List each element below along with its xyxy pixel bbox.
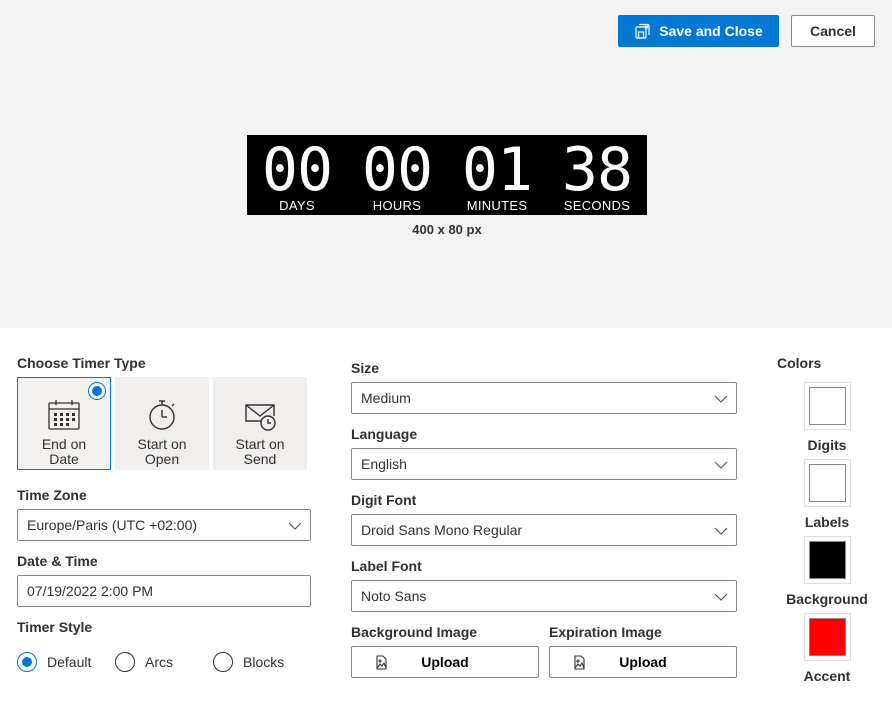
timer-style-label: Timer Style (17, 619, 93, 635)
save-and-close-label: Save and Close (659, 23, 763, 39)
preview-size-caption: 400 x 80 px (412, 222, 482, 237)
background-color-swatch[interactable] (804, 536, 851, 584)
timer-label: DAYS (279, 198, 315, 213)
timer-style-arcs-radio[interactable]: Arcs (115, 652, 173, 672)
chevron-down-icon (714, 527, 728, 535)
timer-label: SECONDS (563, 198, 631, 213)
time-zone-value: Europe/Paris (UTC +02:00) (27, 517, 198, 533)
digit-font-label: Digit Font (351, 492, 417, 508)
language-value: English (361, 456, 407, 472)
background-image-upload-button[interactable]: Upload (351, 646, 539, 678)
label-font-value: Noto Sans (361, 588, 427, 604)
radio-label: Default (47, 654, 92, 670)
timer-type-label: Start on Send (235, 436, 285, 467)
timer-label: MINUTES (466, 198, 528, 213)
background-color-label: Background (786, 591, 868, 607)
timer-digits: 00 (261, 135, 333, 205)
labels-color-swatch[interactable] (804, 459, 851, 507)
timer-style-default-radio[interactable]: Default (17, 652, 91, 672)
timer-unit-days: 00 DAYS (247, 135, 347, 215)
upload-label: Upload (421, 654, 469, 670)
chevron-down-icon (288, 522, 302, 530)
accent-color-label: Accent (803, 668, 851, 684)
date-time-input[interactable]: 07/19/2022 2:00 PM (17, 575, 311, 607)
stopwatch-icon (149, 400, 175, 430)
background-image-label: Background Image (351, 624, 478, 640)
timer-type-end-on-date[interactable]: End on Date (17, 377, 111, 470)
date-time-value: 07/19/2022 2:00 PM (27, 583, 154, 599)
timer-type-start-on-open[interactable]: Start on Open (115, 377, 209, 470)
date-time-label: Date & Time (17, 553, 98, 569)
radio-button (17, 652, 37, 672)
timer-unit-minutes: 01 MINUTES (447, 135, 547, 215)
accent-color-swatch[interactable] (804, 613, 851, 661)
save-and-close-button[interactable]: Save and Close (618, 15, 779, 47)
labels-color-label: Labels (804, 514, 850, 530)
digit-font-dropdown[interactable]: Droid Sans Mono Regular (351, 514, 737, 546)
timer-unit-seconds: 38 SECONDS (547, 135, 647, 215)
chevron-down-icon (714, 593, 728, 601)
swatch-color (809, 464, 846, 502)
time-zone-dropdown[interactable]: Europe/Paris (UTC +02:00) (17, 509, 311, 541)
label-font-label: Label Font (351, 558, 422, 574)
timer-style-blocks-radio[interactable]: Blocks (213, 652, 284, 672)
radio-label: Arcs (145, 654, 173, 670)
calendar-icon (48, 400, 80, 430)
size-dropdown[interactable]: Medium (351, 382, 737, 414)
save-close-icon (635, 23, 650, 39)
timer-digits: 00 (361, 135, 433, 205)
swatch-color (809, 618, 846, 656)
digits-color-swatch[interactable] (804, 382, 851, 430)
timer-digits: 01 (461, 135, 533, 205)
digit-font-value: Droid Sans Mono Regular (361, 522, 523, 538)
time-zone-label: Time Zone (17, 487, 87, 503)
radio-label: Blocks (243, 654, 285, 670)
cancel-button[interactable]: Cancel (791, 15, 875, 47)
chevron-down-icon (714, 395, 728, 403)
label-font-dropdown[interactable]: Noto Sans (351, 580, 737, 612)
colors-heading: Colors (777, 355, 822, 371)
size-value: Medium (361, 390, 411, 406)
expiration-image-upload-button[interactable]: Upload (549, 646, 737, 678)
chevron-down-icon (714, 461, 728, 469)
timer-type-start-on-send[interactable]: Start on Send (213, 377, 307, 470)
image-upload-icon (574, 655, 585, 670)
timer-type-label: Start on Open (137, 436, 187, 467)
swatch-color (809, 541, 846, 579)
expiration-image-label: Expiration Image (549, 624, 662, 640)
size-label: Size (351, 360, 380, 376)
radio-button (213, 652, 233, 672)
language-dropdown[interactable]: English (351, 448, 737, 480)
radio-button (115, 652, 135, 672)
timer-label: HOURS (372, 198, 422, 213)
image-upload-icon (376, 655, 387, 670)
mail-clock-icon (245, 404, 276, 431)
choose-timer-type-heading: Choose Timer Type (17, 355, 146, 371)
countdown-timer-preview: 00 DAYS 00 HOURS 01 MINUTES 38 SECONDS (247, 135, 647, 215)
timer-unit-hours: 00 HOURS (347, 135, 447, 215)
swatch-color (809, 387, 846, 425)
timer-type-label: End on Date (41, 436, 87, 467)
upload-label: Upload (619, 654, 667, 670)
language-label: Language (351, 426, 418, 442)
timer-digits: 38 (561, 135, 633, 205)
digits-color-label: Digits (807, 437, 847, 453)
preview-area: Save and Close Cancel 00 DAYS 00 HOURS 0… (0, 0, 892, 328)
